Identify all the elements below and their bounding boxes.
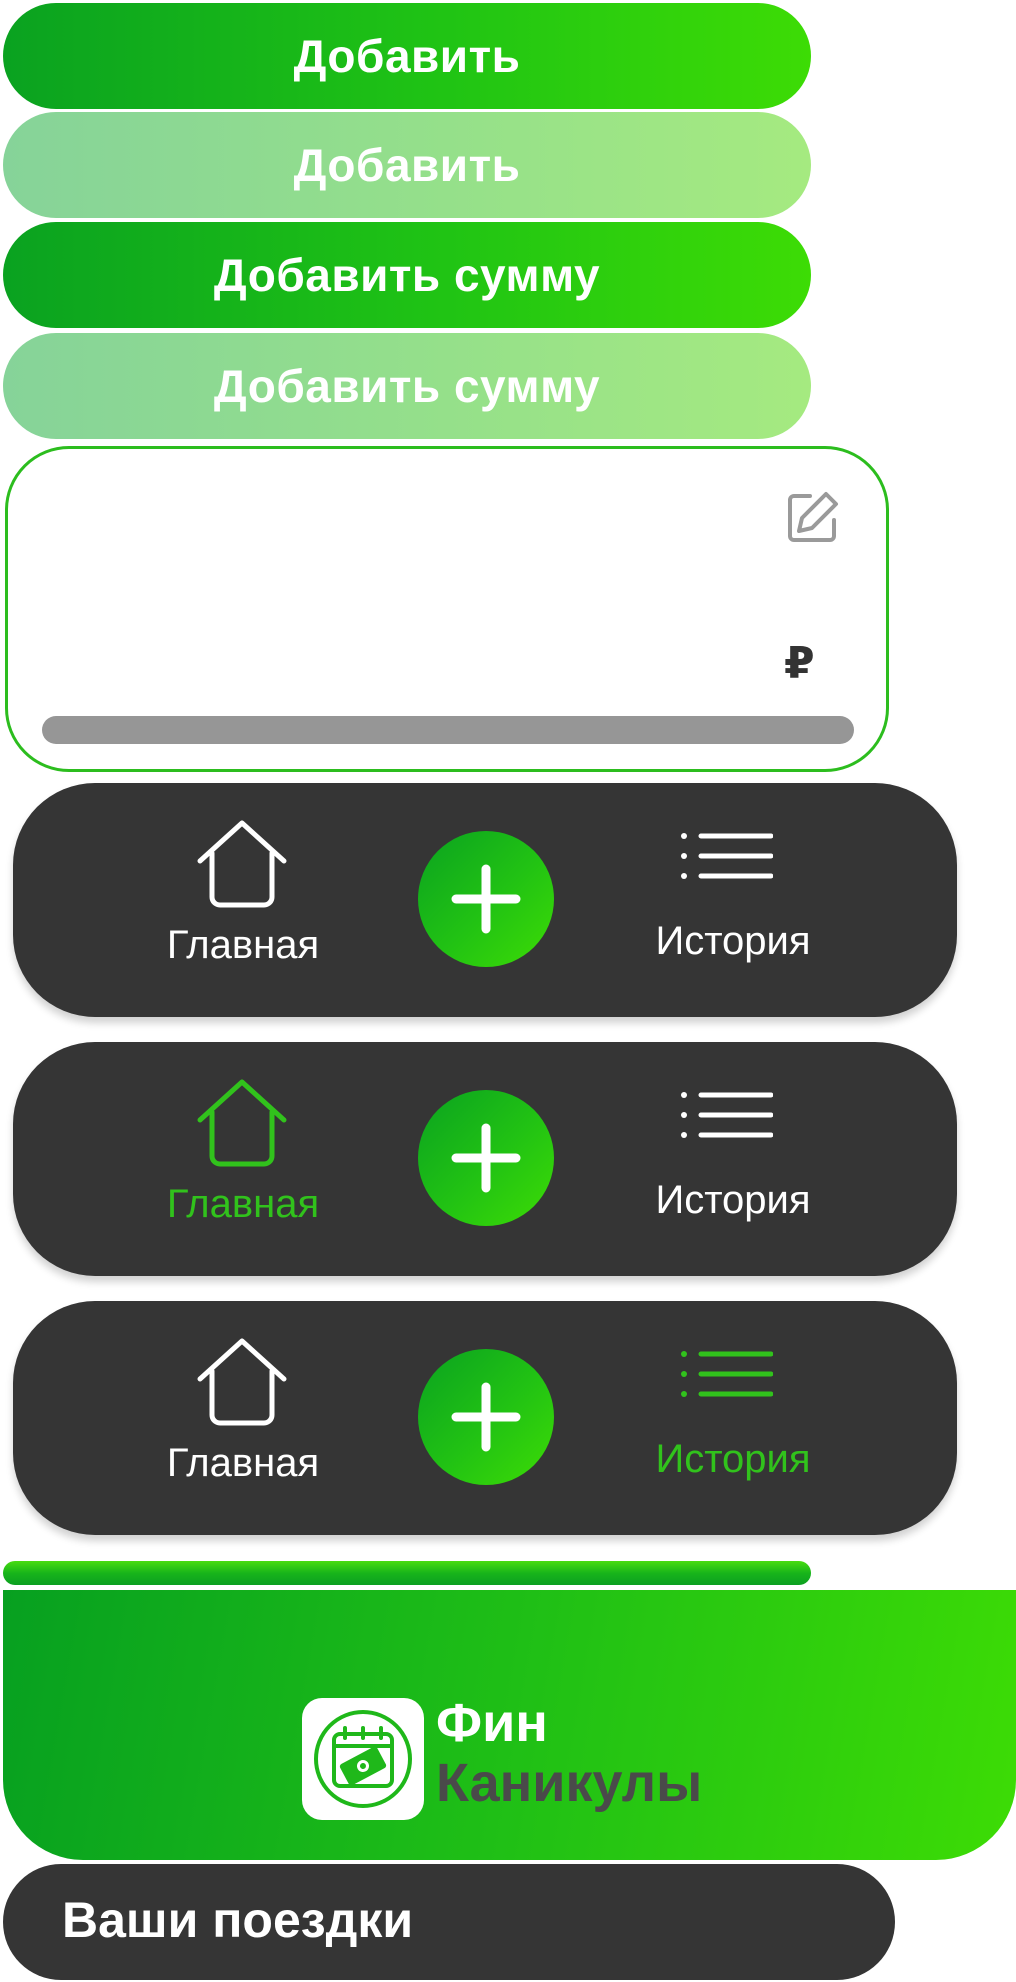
plus-icon [451,864,521,934]
divider-bar [3,1561,811,1585]
calendar-money-icon [312,1708,414,1810]
plus-icon [451,1123,521,1193]
bottom-nav-bar: Главная История [13,783,957,1017]
nav-home-label: Главная [166,923,320,967]
home-icon [197,1079,287,1167]
nav-history[interactable]: История [593,783,873,1017]
add-amount-button-disabled[interactable]: Добавить сумму [3,333,811,439]
nav-home-label: Главная [166,1182,320,1226]
nav-history[interactable]: История [593,1301,873,1535]
bottom-nav-bar-home-active: Главная История [13,1042,957,1276]
nav-add-button[interactable] [418,1349,554,1485]
nav-history-label: История [655,919,811,963]
home-icon [197,820,287,908]
add-button-disabled[interactable]: Добавить [3,112,811,218]
trips-title: Ваши поездки [62,1892,414,1948]
bottom-nav-bar-history-active: Главная История [13,1301,957,1535]
nav-home-label: Главная [166,1441,320,1485]
progress-bar [42,716,854,744]
plus-icon [451,1382,521,1452]
list-icon [681,1351,773,1397]
nav-history[interactable]: История [593,1042,873,1276]
nav-home[interactable]: Главная [13,1042,373,1276]
home-icon [197,1338,287,1426]
edit-pencil-icon[interactable] [784,490,840,546]
nav-home[interactable]: Главная [13,1301,373,1535]
currency-symbol: ₽ [784,638,815,689]
brand-name-line1: Фин [436,1693,548,1753]
nav-home[interactable]: Главная [13,783,373,1017]
add-amount-button[interactable]: Добавить сумму [3,222,811,328]
amount-input[interactable] [44,610,768,682]
brand-name-line2: Каникулы [436,1753,703,1813]
nav-history-label: История [655,1437,811,1481]
nav-history-label: История [655,1178,811,1222]
add-button[interactable]: Добавить [3,3,811,109]
nav-add-button[interactable] [418,831,554,967]
list-icon [681,1092,773,1138]
nav-add-button[interactable] [418,1090,554,1226]
list-icon [681,833,773,879]
